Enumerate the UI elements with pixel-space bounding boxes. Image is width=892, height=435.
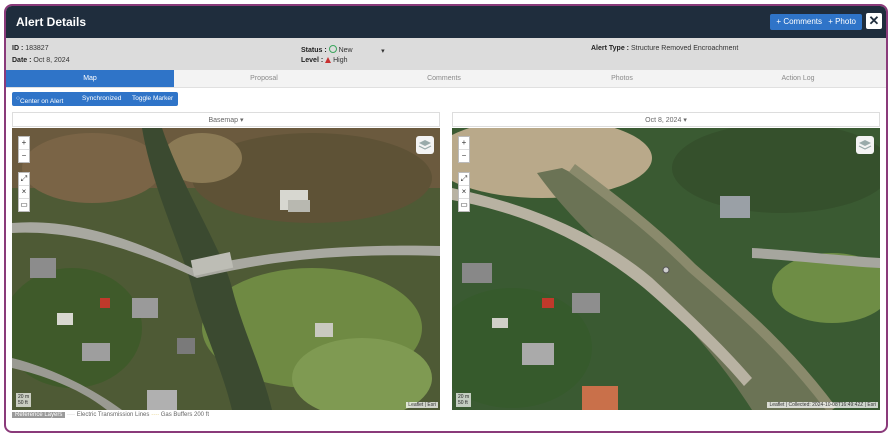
add-photo-button[interactable]: + Photo <box>822 14 862 30</box>
map-attribution[interactable]: Leaflet | Collected: 2024-10-08T16:49:42… <box>767 402 878 408</box>
tool-controls: ⤢ × ▭ <box>18 172 30 212</box>
chevron-down-icon: ▾ <box>683 117 687 124</box>
basemap-aerial-image <box>12 128 440 410</box>
zoom-controls: + − <box>458 136 470 163</box>
imagery-aerial-image <box>452 128 880 410</box>
reference-layers-legend: Reference Layers ···· Electric Transmiss… <box>12 410 880 420</box>
dialog-title: Alert Details <box>16 15 87 29</box>
tool-controls: ⤢ × ▭ <box>458 172 470 212</box>
alert-level: Level : High <box>301 57 348 64</box>
map-scale: 20 m 50 ft <box>456 393 472 407</box>
map-toolbar: ○ Center on Alert Synchronized Toggle Ma… <box>12 92 178 106</box>
alert-status: Status : New ▾ <box>301 45 385 55</box>
alert-type: Alert Type : Structure Removed Encroachm… <box>591 45 739 52</box>
alert-date: Date : Oct 8, 2024 <box>12 57 70 64</box>
imagery-panel: Oct 8, 2024 ▾ + − ⤢ × ▭ 20 m 50 ft Leafl… <box>452 112 880 412</box>
status-select[interactable]: New ▾ <box>339 47 385 55</box>
synchronized-toggle[interactable]: Synchronized <box>82 95 121 102</box>
reference-layers-label: Reference Layers <box>12 412 66 418</box>
transmission-line-swatch: ···· <box>67 412 76 418</box>
gas-buffer-label: Gas Buffers 200 ft <box>160 412 209 418</box>
zoom-controls: + − <box>18 136 30 163</box>
expand-icon[interactable]: ⤢ <box>19 173 29 186</box>
tab-bar: Map Proposal Comments Photos Action Log <box>6 70 886 88</box>
status-icon <box>328 45 337 53</box>
layers-icon[interactable] <box>416 136 434 154</box>
zoom-out-button[interactable]: − <box>459 150 469 162</box>
imagery-date-selector[interactable]: Oct 8, 2024 ▾ <box>452 112 880 127</box>
toggle-marker-button[interactable]: Toggle Marker <box>132 95 173 102</box>
alert-details-dialog: Alert Details + Comments + Photo ✕ ID : … <box>4 4 888 433</box>
basemap-selector[interactable]: Basemap ▾ <box>12 112 440 127</box>
measure-icon[interactable]: ▭ <box>19 199 29 211</box>
tab-map[interactable]: Map <box>6 70 174 87</box>
expand-icon[interactable]: ⤢ <box>459 173 469 186</box>
zoom-in-button[interactable]: + <box>19 137 29 150</box>
title-bar: Alert Details + Comments + Photo ✕ <box>6 6 886 38</box>
tab-proposal[interactable]: Proposal <box>174 70 354 87</box>
alert-id: ID : 183827 <box>12 45 49 52</box>
tab-action-log[interactable]: Action Log <box>710 70 886 87</box>
imagery-view[interactable]: + − ⤢ × ▭ 20 m 50 ft Leaflet | Collected:… <box>452 128 880 410</box>
chevron-down-icon: ▾ <box>381 48 385 55</box>
close-icon[interactable]: × <box>19 186 29 199</box>
tab-comments[interactable]: Comments <box>354 70 534 87</box>
close-icon[interactable]: × <box>459 186 469 199</box>
map-attribution[interactable]: Leaflet | Esri <box>406 402 438 408</box>
basemap-panel: Basemap ▾ + − ⤢ × ▭ 20 m 50 ft Leaflet |… <box>12 112 440 412</box>
measure-icon[interactable]: ▭ <box>459 199 469 211</box>
warning-icon <box>325 57 332 63</box>
chevron-down-icon: ▾ <box>240 117 244 124</box>
basemap-view[interactable]: + − ⤢ × ▭ 20 m 50 ft Leaflet | Esri <box>12 128 440 410</box>
zoom-out-button[interactable]: − <box>19 150 29 162</box>
center-on-alert-button[interactable]: ○ Center on Alert <box>16 95 63 105</box>
layers-icon[interactable] <box>856 136 874 154</box>
map-scale: 20 m 50 ft <box>16 393 32 407</box>
zoom-in-button[interactable]: + <box>459 137 469 150</box>
transmission-line-label: Electric Transmission Lines <box>76 412 150 418</box>
add-comments-button[interactable]: + Comments <box>770 14 828 30</box>
gas-buffer-swatch: ···· <box>151 412 160 418</box>
alert-info-panel: ID : 183827 Date : Oct 8, 2024 Status : … <box>6 38 886 70</box>
close-icon[interactable]: ✕ <box>866 13 882 29</box>
tab-photos[interactable]: Photos <box>534 70 710 87</box>
